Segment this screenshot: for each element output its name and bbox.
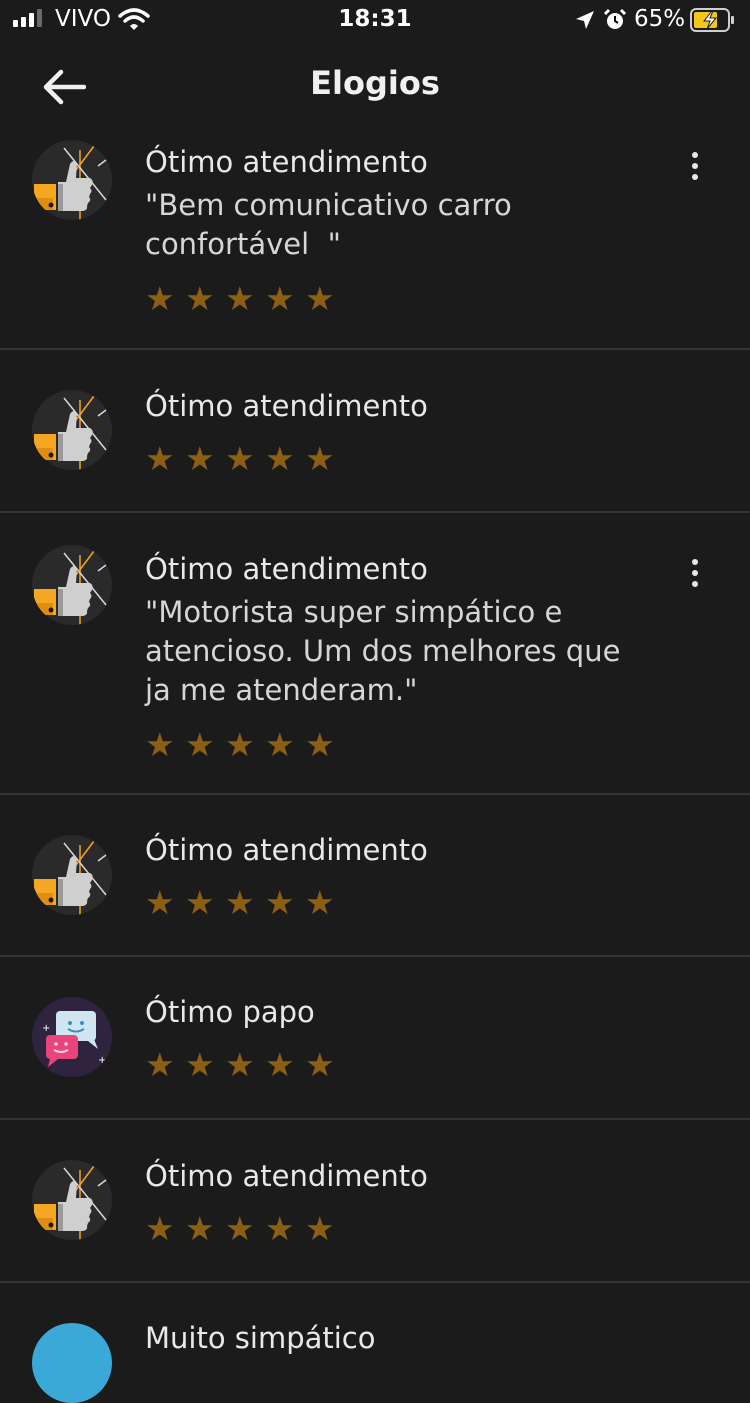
star-icon: ★ xyxy=(305,1045,335,1084)
compliment-title: Ótimo atendimento xyxy=(145,145,428,179)
star-icon: ★ xyxy=(145,1209,175,1248)
svg-text:+: + xyxy=(42,1023,50,1034)
thumbs-up-icon xyxy=(32,390,112,470)
compliment-row: + + Ótimo papo ★ ★ ★ ★ ★ xyxy=(0,957,750,1120)
compliment-row: Ótimo atendimento "Bem comunicativo carro… xyxy=(0,130,750,350)
compliment-title: Ótimo papo xyxy=(145,995,315,1029)
thumbs-up-icon xyxy=(32,140,112,220)
more-options-button[interactable] xyxy=(680,551,710,595)
compliment-avatar-icon xyxy=(32,1323,112,1403)
star-rating: ★ ★ ★ ★ ★ xyxy=(145,439,640,478)
compliment-title: Ótimo atendimento xyxy=(145,833,428,867)
compliment-row: Ótimo atendimento ★ ★ ★ ★ ★ xyxy=(0,795,750,957)
compliment-content: Ótimo atendimento "Motorista super simpát… xyxy=(145,551,640,764)
star-icon: ★ xyxy=(305,439,335,478)
star-icon: ★ xyxy=(305,279,335,318)
star-icon: ★ xyxy=(185,1209,215,1248)
star-icon: ★ xyxy=(145,439,175,478)
more-options-button[interactable] xyxy=(680,144,710,188)
star-icon: ★ xyxy=(265,279,295,318)
compliment-content: Ótimo atendimento ★ ★ ★ ★ ★ xyxy=(145,388,640,478)
star-icon: ★ xyxy=(185,439,215,478)
star-icon: ★ xyxy=(145,279,175,318)
compliment-title: Muito simpático xyxy=(145,1321,376,1355)
star-icon: ★ xyxy=(265,725,295,764)
battery-percentage: 65% xyxy=(634,6,686,32)
compliment-content: Ótimo atendimento "Bem comunicativo carro… xyxy=(145,144,640,318)
compliment-content: Ótimo atendimento ★ ★ ★ ★ ★ xyxy=(145,832,640,922)
compliment-content: Ótimo papo ★ ★ ★ ★ ★ xyxy=(145,994,640,1084)
location-arrow-icon xyxy=(574,9,596,35)
star-icon: ★ xyxy=(305,1209,335,1248)
header: Elogios xyxy=(0,40,750,130)
compliment-row: Ótimo atendimento "Motorista super simpát… xyxy=(0,513,750,795)
star-rating: ★ ★ ★ ★ ★ xyxy=(145,279,640,318)
star-icon: ★ xyxy=(225,439,255,478)
svg-text:+: + xyxy=(98,1055,106,1066)
thumbs-up-icon xyxy=(32,545,112,625)
status-bar: VIVO 18:31 65% xyxy=(0,0,750,40)
star-icon: ★ xyxy=(225,1045,255,1084)
star-icon: ★ xyxy=(145,725,175,764)
star-icon: ★ xyxy=(265,1045,295,1084)
star-icon: ★ xyxy=(185,883,215,922)
compliment-title: Ótimo atendimento xyxy=(145,552,428,586)
star-icon: ★ xyxy=(225,279,255,318)
thumbs-up-icon xyxy=(32,1160,112,1240)
star-rating: ★ ★ ★ ★ ★ xyxy=(145,1045,640,1084)
star-icon: ★ xyxy=(265,1209,295,1248)
star-icon: ★ xyxy=(305,883,335,922)
star-icon: ★ xyxy=(305,725,335,764)
star-rating: ★ ★ ★ ★ ★ xyxy=(145,883,640,922)
compliment-row-partial: Muito simpático xyxy=(0,1283,750,1403)
star-icon: ★ xyxy=(185,725,215,764)
page-title: Elogios xyxy=(310,64,440,102)
compliments-list: Ótimo atendimento "Bem comunicativo carro… xyxy=(0,130,750,1403)
star-icon: ★ xyxy=(225,725,255,764)
compliment-title: Ótimo atendimento xyxy=(145,1159,428,1193)
star-rating: ★ ★ ★ ★ ★ xyxy=(145,1209,640,1248)
star-icon: ★ xyxy=(145,883,175,922)
star-icon: ★ xyxy=(185,1045,215,1084)
star-icon: ★ xyxy=(225,883,255,922)
compliment-content: Ótimo atendimento ★ ★ ★ ★ ★ xyxy=(145,1158,640,1248)
star-icon: ★ xyxy=(185,279,215,318)
star-icon: ★ xyxy=(265,439,295,478)
alarm-clock-icon xyxy=(603,8,627,36)
star-icon: ★ xyxy=(265,883,295,922)
compliment-comment: "Bem comunicativo carro confortável " xyxy=(145,188,512,261)
compliment-row: Ótimo atendimento ★ ★ ★ ★ ★ xyxy=(0,350,750,513)
vertical-dots-icon xyxy=(692,152,698,180)
battery-charging-icon xyxy=(690,8,736,36)
compliment-title: Ótimo atendimento xyxy=(145,389,428,423)
star-rating: ★ ★ ★ ★ ★ xyxy=(145,725,640,764)
chat-bubbles-icon: + + xyxy=(32,997,112,1077)
star-icon: ★ xyxy=(145,1045,175,1084)
vertical-dots-icon xyxy=(692,559,698,587)
compliment-comment: "Motorista super simpático e atencioso. … xyxy=(145,595,621,707)
thumbs-up-icon xyxy=(32,835,112,915)
star-icon: ★ xyxy=(225,1209,255,1248)
compliment-row: Ótimo atendimento ★ ★ ★ ★ ★ xyxy=(0,1120,750,1283)
